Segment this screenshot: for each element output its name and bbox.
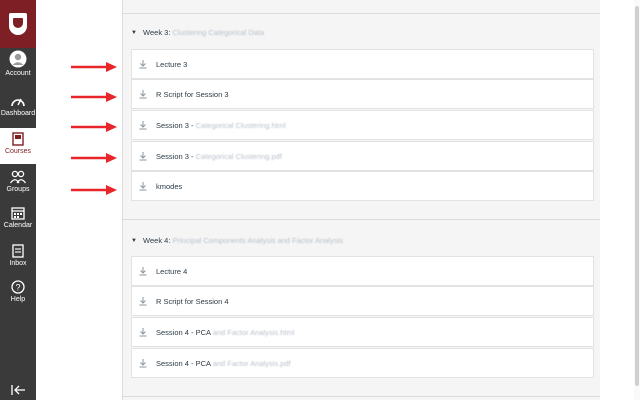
module-item-title[interactable]: R Script for Session 4 [156,297,229,306]
svg-text:?: ? [15,283,20,293]
courses-icon [12,132,24,146]
nav-inbox[interactable]: Inbox [0,244,36,280]
download-icon [139,121,147,130]
module-divider [123,396,601,397]
module-item-title[interactable]: R Script for Session 3 [156,90,229,99]
nav-calendar-label: Calendar [3,222,33,229]
nav-help[interactable]: ? Help [0,280,36,316]
module-header-week-4[interactable]: ▼ Week 4: Principal Components Analysis … [131,234,343,248]
nav-account[interactable]: Account [0,50,36,86]
content-left-gutter [36,0,122,400]
nav-courses[interactable]: Courses [0,128,36,164]
nav-dashboard[interactable]: Dashboard [0,94,36,130]
nav-help-label: Help [10,296,26,303]
download-icon [139,90,147,99]
module-header-week-3[interactable]: ▼ Week 3: Clustering Categorical Data [131,26,264,40]
collapse-caret-icon[interactable]: ▼ [131,26,137,40]
module-item[interactable]: Session 4 - PCA and Factor Analysis.pdf [131,348,594,378]
module-title-redacted: Principal Components Analysis and Factor… [172,236,344,245]
module-item[interactable]: Session 3 - Categorical Clustering.pdf [131,141,594,171]
nav-inbox-label: Inbox [9,260,27,267]
module-item-title[interactable]: kmodes [156,182,182,191]
download-icon [139,182,147,191]
module-title: Week 4: [143,236,171,245]
nav-calendar[interactable]: Calendar [0,206,36,242]
module-item-title[interactable]: Session 3 - Categorical Clustering.pdf [156,152,282,161]
module-title-redacted: Clustering Categorical Data [172,28,265,37]
module-item[interactable]: Session 4 - PCA and Factor Analysis.html [131,317,594,347]
modules-panel: ▼ Week 3: Clustering Categorical Data Le… [122,0,602,400]
red-arrow-icon [71,92,117,102]
nav-courses-label: Courses [4,148,32,155]
module-item-title[interactable]: Session 3 - Categorical Clustering.html [156,121,286,130]
help-icon: ? [11,280,25,294]
module-item[interactable]: R Script for Session 4 [131,286,594,316]
groups-icon [9,170,27,184]
download-icon [139,60,147,69]
module-item[interactable]: R Script for Session 3 [131,79,594,109]
module-item-title[interactable]: Session 4 - PCA and Factor Analysis.html [156,328,294,337]
module-item-title[interactable]: Lecture 4 [156,267,187,276]
red-arrow-icon [71,153,117,163]
collapse-nav-icon[interactable] [10,384,26,396]
shield-logo-icon [9,13,27,35]
scrollbar-thumb[interactable] [635,6,639,386]
nav-dashboard-label: Dashboard [0,110,36,117]
red-arrow-icon [71,185,117,195]
nav-groups[interactable]: Groups [0,170,36,206]
global-navigation: Account Dashboard Courses Groups Calenda… [0,0,36,400]
download-icon [139,359,147,368]
institution-logo[interactable] [0,0,36,48]
dashboard-icon [11,98,25,107]
module-divider [123,219,601,220]
download-icon [139,297,147,306]
calendar-icon [11,207,25,220]
download-icon [139,267,147,276]
red-arrow-icon [71,62,117,72]
module-title: Week 3: [143,28,171,37]
module-item-title[interactable]: Lecture 3 [156,60,187,69]
module-divider [123,13,601,14]
module-item[interactable]: Lecture 4 [131,256,594,286]
nav-account-label: Account [5,70,31,77]
red-arrow-icon [71,122,117,132]
module-item-title[interactable]: Session 4 - PCA and Factor Analysis.pdf [156,359,291,368]
module-item[interactable]: Session 3 - Categorical Clustering.html [131,110,594,140]
download-icon [139,328,147,337]
account-icon [9,50,27,68]
nav-groups-label: Groups [6,186,30,193]
module-item[interactable]: kmodes [131,171,594,201]
collapse-caret-icon[interactable]: ▼ [131,234,137,248]
inbox-icon [12,244,24,258]
download-icon [139,152,147,161]
module-item[interactable]: Lecture 3 [131,49,594,79]
